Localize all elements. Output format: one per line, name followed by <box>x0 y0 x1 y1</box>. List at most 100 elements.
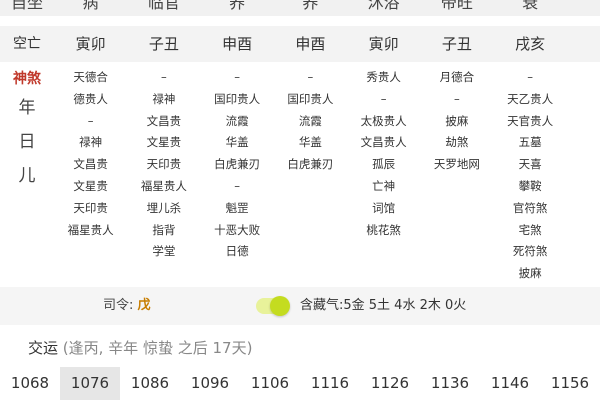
kongwang-cell: 子丑 <box>148 35 179 53</box>
shensha-item: 华盖 <box>225 135 249 150</box>
shensha-item: 文星贵 <box>73 178 108 193</box>
kongwang-cell: 寅卯 <box>368 35 399 53</box>
shensha-item: 埋儿杀 <box>146 200 182 215</box>
shensha-item: – <box>161 70 167 84</box>
shensha-item: – <box>454 91 460 106</box>
shensha-item: 文昌贵 <box>146 113 182 128</box>
dayun-year[interactable]: 1116 <box>300 367 360 400</box>
state-cell: 帝旺 <box>440 0 473 12</box>
jiaoyun-label: 交运 <box>28 339 59 357</box>
shensha-item: 秀贵人 <box>366 70 401 84</box>
shensha-item: 天乙贵人 <box>507 91 554 106</box>
shensha-column-2: – 禄神文昌贵文星贵天印贵福星贵人埋儿杀指背学堂 <box>127 63 200 285</box>
shensha-item: 国印贵人 <box>214 91 261 106</box>
state-cell: 衰 <box>522 0 539 12</box>
siling-info: 司令: 戊 <box>103 287 151 325</box>
dayun-years-row: 1068 1076 1086 1096 1106 1116 1126 1136 … <box>0 367 600 400</box>
jiaoyun-detail: (逢丙, 辛年 惊蛰 之后 17天) <box>62 339 253 357</box>
changsheng-row: 自坐 病 临官 养 养 沐浴 帝旺 衰 <box>0 0 600 16</box>
shensha-item: 天印贵 <box>146 157 182 172</box>
siling-row: 司令: 戊 含藏气:5金 5土 4水 2木 0火 <box>0 287 600 325</box>
shensha-item: 天喜 <box>518 157 542 172</box>
kongwang-cell: 戌亥 <box>515 35 546 53</box>
shensha-label[interactable]: 神煞 年 日 儿 <box>0 63 54 285</box>
kongwang-cell: 申酉 <box>222 35 253 53</box>
shensha-item: – <box>527 70 533 84</box>
shensha-item: 披麻 <box>518 266 542 281</box>
shensha-item: 天罗地网 <box>433 157 480 172</box>
shensha-label-char: 日 <box>18 132 36 152</box>
shensha-item: 华盖 <box>298 135 322 150</box>
shensha-item: 五墓 <box>518 135 542 150</box>
shensha-item: 孤辰 <box>372 157 396 172</box>
shensha-item: 天印贵 <box>73 200 108 215</box>
shensha-item: 禄神 <box>152 91 176 106</box>
shensha-item: 文昌贵 <box>73 157 108 172</box>
shensha-item: 宅煞 <box>518 222 542 237</box>
dayun-year[interactable]: 1106 <box>240 367 300 400</box>
siling-gan: 戊 <box>137 298 151 313</box>
dayun-year[interactable]: 1136 <box>420 367 480 400</box>
shensha-item: 天官贵人 <box>507 113 554 128</box>
dayun-year[interactable]: 1068 <box>0 367 60 400</box>
kongwang-row: 空亡 寅卯 子丑 申酉 申酉 寅卯 子丑 戌亥 <box>0 26 600 62</box>
state-cell: 病 <box>82 0 99 12</box>
state-cell: 养 <box>229 0 246 12</box>
shensha-item: 国印贵人 <box>287 91 334 106</box>
dayun-year[interactable]: 1086 <box>120 367 180 400</box>
shensha-item: 魁罡 <box>225 200 249 215</box>
kongwang-cell: 寅卯 <box>75 35 106 53</box>
shensha-item: 文昌贵人 <box>360 135 407 150</box>
shensha-item: 日德 <box>225 244 249 259</box>
kongwang-label: 空亡 <box>13 36 41 52</box>
zizuo-label: 自坐 <box>10 0 43 12</box>
state-cell: 沐浴 <box>367 0 400 12</box>
shensha-item: 白虎兼刃 <box>287 157 334 172</box>
shensha-item: 劫煞 <box>445 135 469 150</box>
toggle-knob <box>270 296 290 316</box>
dayun-year[interactable]: 1126 <box>360 367 420 400</box>
dayun-year[interactable]: 1076 <box>60 367 120 400</box>
shensha-item: 太极贵人 <box>360 113 407 128</box>
shensha-item: – <box>234 70 240 84</box>
shensha-column-1: 天德合 德贵人 – 禄神 文昌贵 文星贵 天印贵 福星贵人 <box>54 63 127 285</box>
shensha-column-7: – 天乙贵人 天官贵人 五墓 天喜 攀鞍 官符煞 宅煞 死符煞 披麻 <box>494 63 567 285</box>
state-cell: 临官 <box>147 0 180 12</box>
shensha-item: 亡神 <box>372 178 396 193</box>
shensha-item: – <box>307 70 314 84</box>
shensha-item: – <box>380 91 387 106</box>
shensha-item: 天德合 <box>73 70 108 84</box>
shensha-item: 白虎兼刃 <box>214 157 261 172</box>
shensha-item: 德贵人 <box>73 91 108 106</box>
shensha-item: 披麻 <box>445 113 469 128</box>
shensha-title: 神煞 <box>13 71 41 87</box>
kongwang-cell: 申酉 <box>295 35 326 53</box>
dayun-year[interactable]: 1096 <box>180 367 240 400</box>
canggan-toggle[interactable] <box>256 296 290 316</box>
shensha-label-char: 儿 <box>18 166 36 186</box>
shensha-item: 月德合 <box>439 70 475 84</box>
shensha-item: 官符煞 <box>512 200 548 215</box>
shensha-column-4: – 国印贵人流霞华盖白虎兼刃 <box>274 63 347 285</box>
shensha-item: 流霞 <box>225 113 249 128</box>
shensha-item: 学堂 <box>152 244 176 259</box>
dayun-year[interactable]: 1146 <box>480 367 540 400</box>
shensha-item: 文星贵 <box>146 135 182 150</box>
shensha-item: 死符煞 <box>512 244 548 259</box>
canggan-text: 含藏气:5金 5土 4水 2木 0火 <box>300 298 467 313</box>
shensha-item: 词馆 <box>372 200 396 215</box>
shensha-item: 桃花煞 <box>366 222 401 237</box>
kongwang-cell: 子丑 <box>441 35 472 53</box>
jiaoyun-header: 交运 (逢丙, 辛年 惊蛰 之后 17天) <box>0 333 600 363</box>
shensha-item: 禄神 <box>79 135 103 150</box>
shensha-column-5: 秀贵人 – 太极贵人文昌贵人孤辰亡神词馆桃花煞 <box>347 63 420 285</box>
shensha-column-3: – 国印贵人 流霞 华盖 白虎兼刃 – 魁罡 十恶大败 日德 <box>201 63 274 285</box>
shensha-item: 十恶大败 <box>214 222 261 237</box>
state-cell: 养 <box>302 0 319 12</box>
dayun-year[interactable]: 1156 <box>540 367 600 400</box>
shensha-item: 指背 <box>152 222 176 237</box>
shensha-item: 流霞 <box>298 113 322 128</box>
shensha-item: 福星贵人 <box>140 178 187 193</box>
shensha-item: 福星贵人 <box>67 222 114 237</box>
shensha-column-6: 月德合 – 披麻劫煞天罗地网 <box>420 63 493 285</box>
